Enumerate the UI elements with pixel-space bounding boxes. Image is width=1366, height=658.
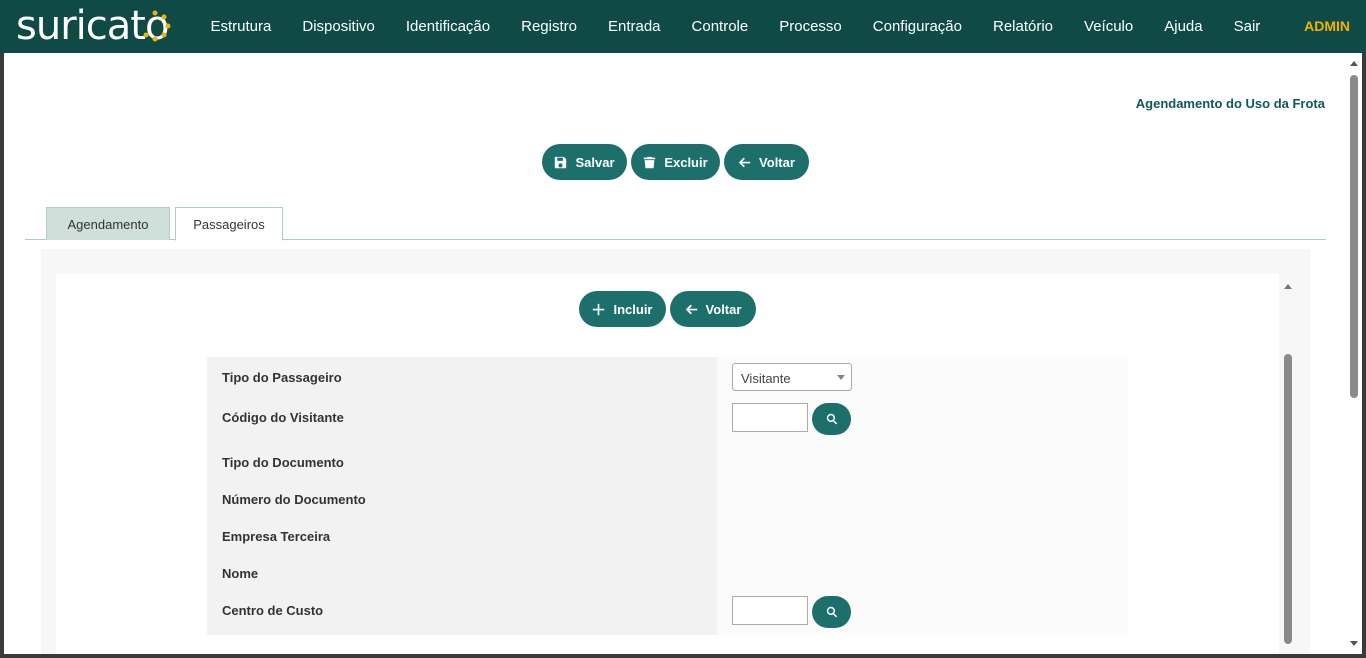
- arrow-left-icon: [685, 304, 697, 314]
- visitor-search-button[interactable]: [812, 403, 851, 435]
- chevron-down-icon: [837, 375, 845, 380]
- menu-item-identificacao[interactable]: Identificação: [390, 18, 505, 35]
- tab-passageiros[interactable]: Passageiros: [175, 207, 283, 241]
- scroll-up-icon[interactable]: [1350, 61, 1358, 66]
- main-menu: Estrutura Dispositivo Identificação Regi…: [195, 0, 1276, 53]
- menu-item-processo[interactable]: Processo: [764, 18, 858, 35]
- tab-agendamento[interactable]: Agendamento: [46, 207, 170, 240]
- save-icon: [555, 156, 567, 168]
- visitor-code-input[interactable]: [732, 403, 808, 432]
- tab-bar: Agendamento Passageiros: [25, 207, 1326, 241]
- page-content: Agendamento do Uso da Frota Salvar Exclu…: [4, 53, 1362, 654]
- scroll-down-icon[interactable]: [1350, 641, 1358, 646]
- add-label: Incluir: [613, 301, 653, 317]
- cost-center-search-button[interactable]: [812, 596, 851, 628]
- user-name[interactable]: ADMIN: [1304, 18, 1350, 34]
- arrow-left-icon: [738, 157, 751, 167]
- page-scrollbar[interactable]: [1346, 53, 1362, 654]
- third-party-company-label: Empresa Terceira: [222, 529, 331, 544]
- cost-center-label: Centro de Custo: [222, 603, 324, 618]
- save-label: Salvar: [575, 154, 615, 170]
- menu-item-dispositivo[interactable]: Dispositivo: [287, 18, 391, 35]
- menu-item-ajuda[interactable]: Ajuda: [1149, 18, 1218, 35]
- top-navbar: suricato Estrutura Dispositivo Identific…: [0, 0, 1366, 53]
- menu-item-veiculo[interactable]: Veículo: [1069, 18, 1149, 35]
- passenger-type-value: Visitante: [741, 371, 791, 386]
- search-icon: [826, 606, 837, 618]
- menu-item-estrutura[interactable]: Estrutura: [195, 18, 287, 35]
- delete-label: Excluir: [664, 154, 708, 170]
- cost-center-input[interactable]: [732, 596, 808, 625]
- name-label: Nome: [222, 566, 259, 581]
- scroll-up-icon[interactable]: [1284, 284, 1292, 289]
- trash-icon: [644, 156, 656, 168]
- page-scrollbar-thumb[interactable]: [1350, 75, 1358, 398]
- back-label: Voltar: [759, 154, 795, 170]
- menu-item-relatorio[interactable]: Relatório: [978, 18, 1069, 35]
- add-button[interactable]: Incluir: [579, 291, 666, 327]
- document-type-label: Tipo do Documento: [222, 455, 344, 470]
- passenger-type-label: Tipo do Passageiro: [222, 370, 342, 385]
- visitor-code-label: Código do Visitante: [222, 410, 344, 425]
- logo-dots-icon: [143, 10, 171, 42]
- menu-item-entrada[interactable]: Entrada: [592, 18, 676, 35]
- menu-item-sair[interactable]: Sair: [1218, 18, 1276, 35]
- form-label-column: Tipo do Passageiro Código do Visitante T…: [207, 357, 717, 635]
- back-button-inner[interactable]: Voltar: [670, 291, 756, 327]
- inner-scrollbar[interactable]: [1279, 274, 1297, 654]
- passenger-type-select[interactable]: Visitante: [732, 363, 852, 391]
- save-button[interactable]: Salvar: [542, 144, 627, 180]
- menu-item-registro[interactable]: Registro: [506, 18, 593, 35]
- menu-item-configuracao[interactable]: Configuração: [857, 18, 977, 35]
- menu-item-controle[interactable]: Controle: [676, 18, 764, 35]
- passengers-panel: Incluir Voltar Tipo do Passageiro Código…: [41, 249, 1310, 654]
- back-label: Voltar: [705, 301, 742, 317]
- inner-scrollbar-thumb[interactable]: [1284, 354, 1292, 644]
- plus-icon: [593, 303, 605, 315]
- search-icon: [826, 413, 837, 425]
- passenger-form: Tipo do Passageiro Código do Visitante T…: [207, 357, 1128, 635]
- delete-button[interactable]: Excluir: [631, 144, 720, 180]
- document-number-label: Número do Documento: [222, 492, 366, 507]
- back-button[interactable]: Voltar: [724, 144, 809, 180]
- page-title: Agendamento do Uso da Frota: [1135, 96, 1325, 111]
